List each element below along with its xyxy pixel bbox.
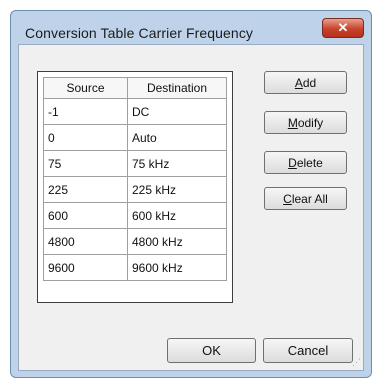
cancel-button[interactable]: Cancel xyxy=(263,338,353,363)
column-header-destination[interactable]: Destination xyxy=(127,77,227,99)
resize-grip-icon[interactable]: ⋰ xyxy=(352,357,361,368)
table-row[interactable]: 9600 9600 kHz xyxy=(43,254,227,281)
destination-cell[interactable]: DC xyxy=(127,98,227,125)
modify-mnemonic: M xyxy=(287,115,298,130)
source-cell[interactable]: -1 xyxy=(43,98,128,125)
table-row[interactable]: -1 DC xyxy=(43,98,227,125)
destination-cell[interactable]: 4800 kHz xyxy=(127,228,227,255)
destination-cell[interactable]: Auto xyxy=(127,124,227,151)
ok-button[interactable]: OK xyxy=(167,338,256,363)
clear-all-button[interactable]: Clear All xyxy=(264,187,347,210)
source-cell[interactable]: 9600 xyxy=(43,254,128,281)
close-button[interactable]: ✕ xyxy=(322,18,364,38)
dialog-window: Conversion Table Carrier Frequency ✕ Sou… xyxy=(10,10,372,378)
delete-mnemonic: D xyxy=(288,155,297,170)
destination-cell[interactable]: 75 kHz xyxy=(127,150,227,177)
conversion-table-frame: Source Destination -1 DC 0 Auto 75 75 kH… xyxy=(37,71,233,303)
modify-label-rest: odify xyxy=(297,115,324,130)
delete-button[interactable]: Delete xyxy=(264,151,347,174)
table-row[interactable]: 225 225 kHz xyxy=(43,176,227,203)
clear-all-label-rest: lear All xyxy=(291,191,328,206)
table-header-row: Source Destination xyxy=(43,77,227,99)
close-icon: ✕ xyxy=(337,20,349,35)
dialog-title: Conversion Table Carrier Frequency xyxy=(25,25,254,41)
destination-cell[interactable]: 600 kHz xyxy=(127,202,227,229)
source-cell[interactable]: 75 xyxy=(43,150,128,177)
table-row[interactable]: 600 600 kHz xyxy=(43,202,227,229)
column-header-source[interactable]: Source xyxy=(43,77,128,99)
source-cell[interactable]: 600 xyxy=(43,202,128,229)
add-mnemonic: A xyxy=(294,75,303,90)
modify-button[interactable]: Modify xyxy=(264,111,347,134)
table-row[interactable]: 4800 4800 kHz xyxy=(43,228,227,255)
table-row[interactable]: 0 Auto xyxy=(43,124,227,151)
destination-cell[interactable]: 9600 kHz xyxy=(127,254,227,281)
conversion-table: Source Destination -1 DC 0 Auto 75 75 kH… xyxy=(43,77,227,281)
source-cell[interactable]: 4800 xyxy=(43,228,128,255)
source-cell[interactable]: 225 xyxy=(43,176,128,203)
add-label-rest: dd xyxy=(302,75,317,90)
delete-label-rest: elete xyxy=(296,155,323,170)
destination-cell[interactable]: 225 kHz xyxy=(127,176,227,203)
table-row[interactable]: 75 75 kHz xyxy=(43,150,227,177)
add-button[interactable]: Add xyxy=(264,71,347,94)
source-cell[interactable]: 0 xyxy=(43,124,128,151)
clear-all-mnemonic: C xyxy=(283,191,292,206)
dialog-client-area: Source Destination -1 DC 0 Auto 75 75 kH… xyxy=(18,44,364,371)
